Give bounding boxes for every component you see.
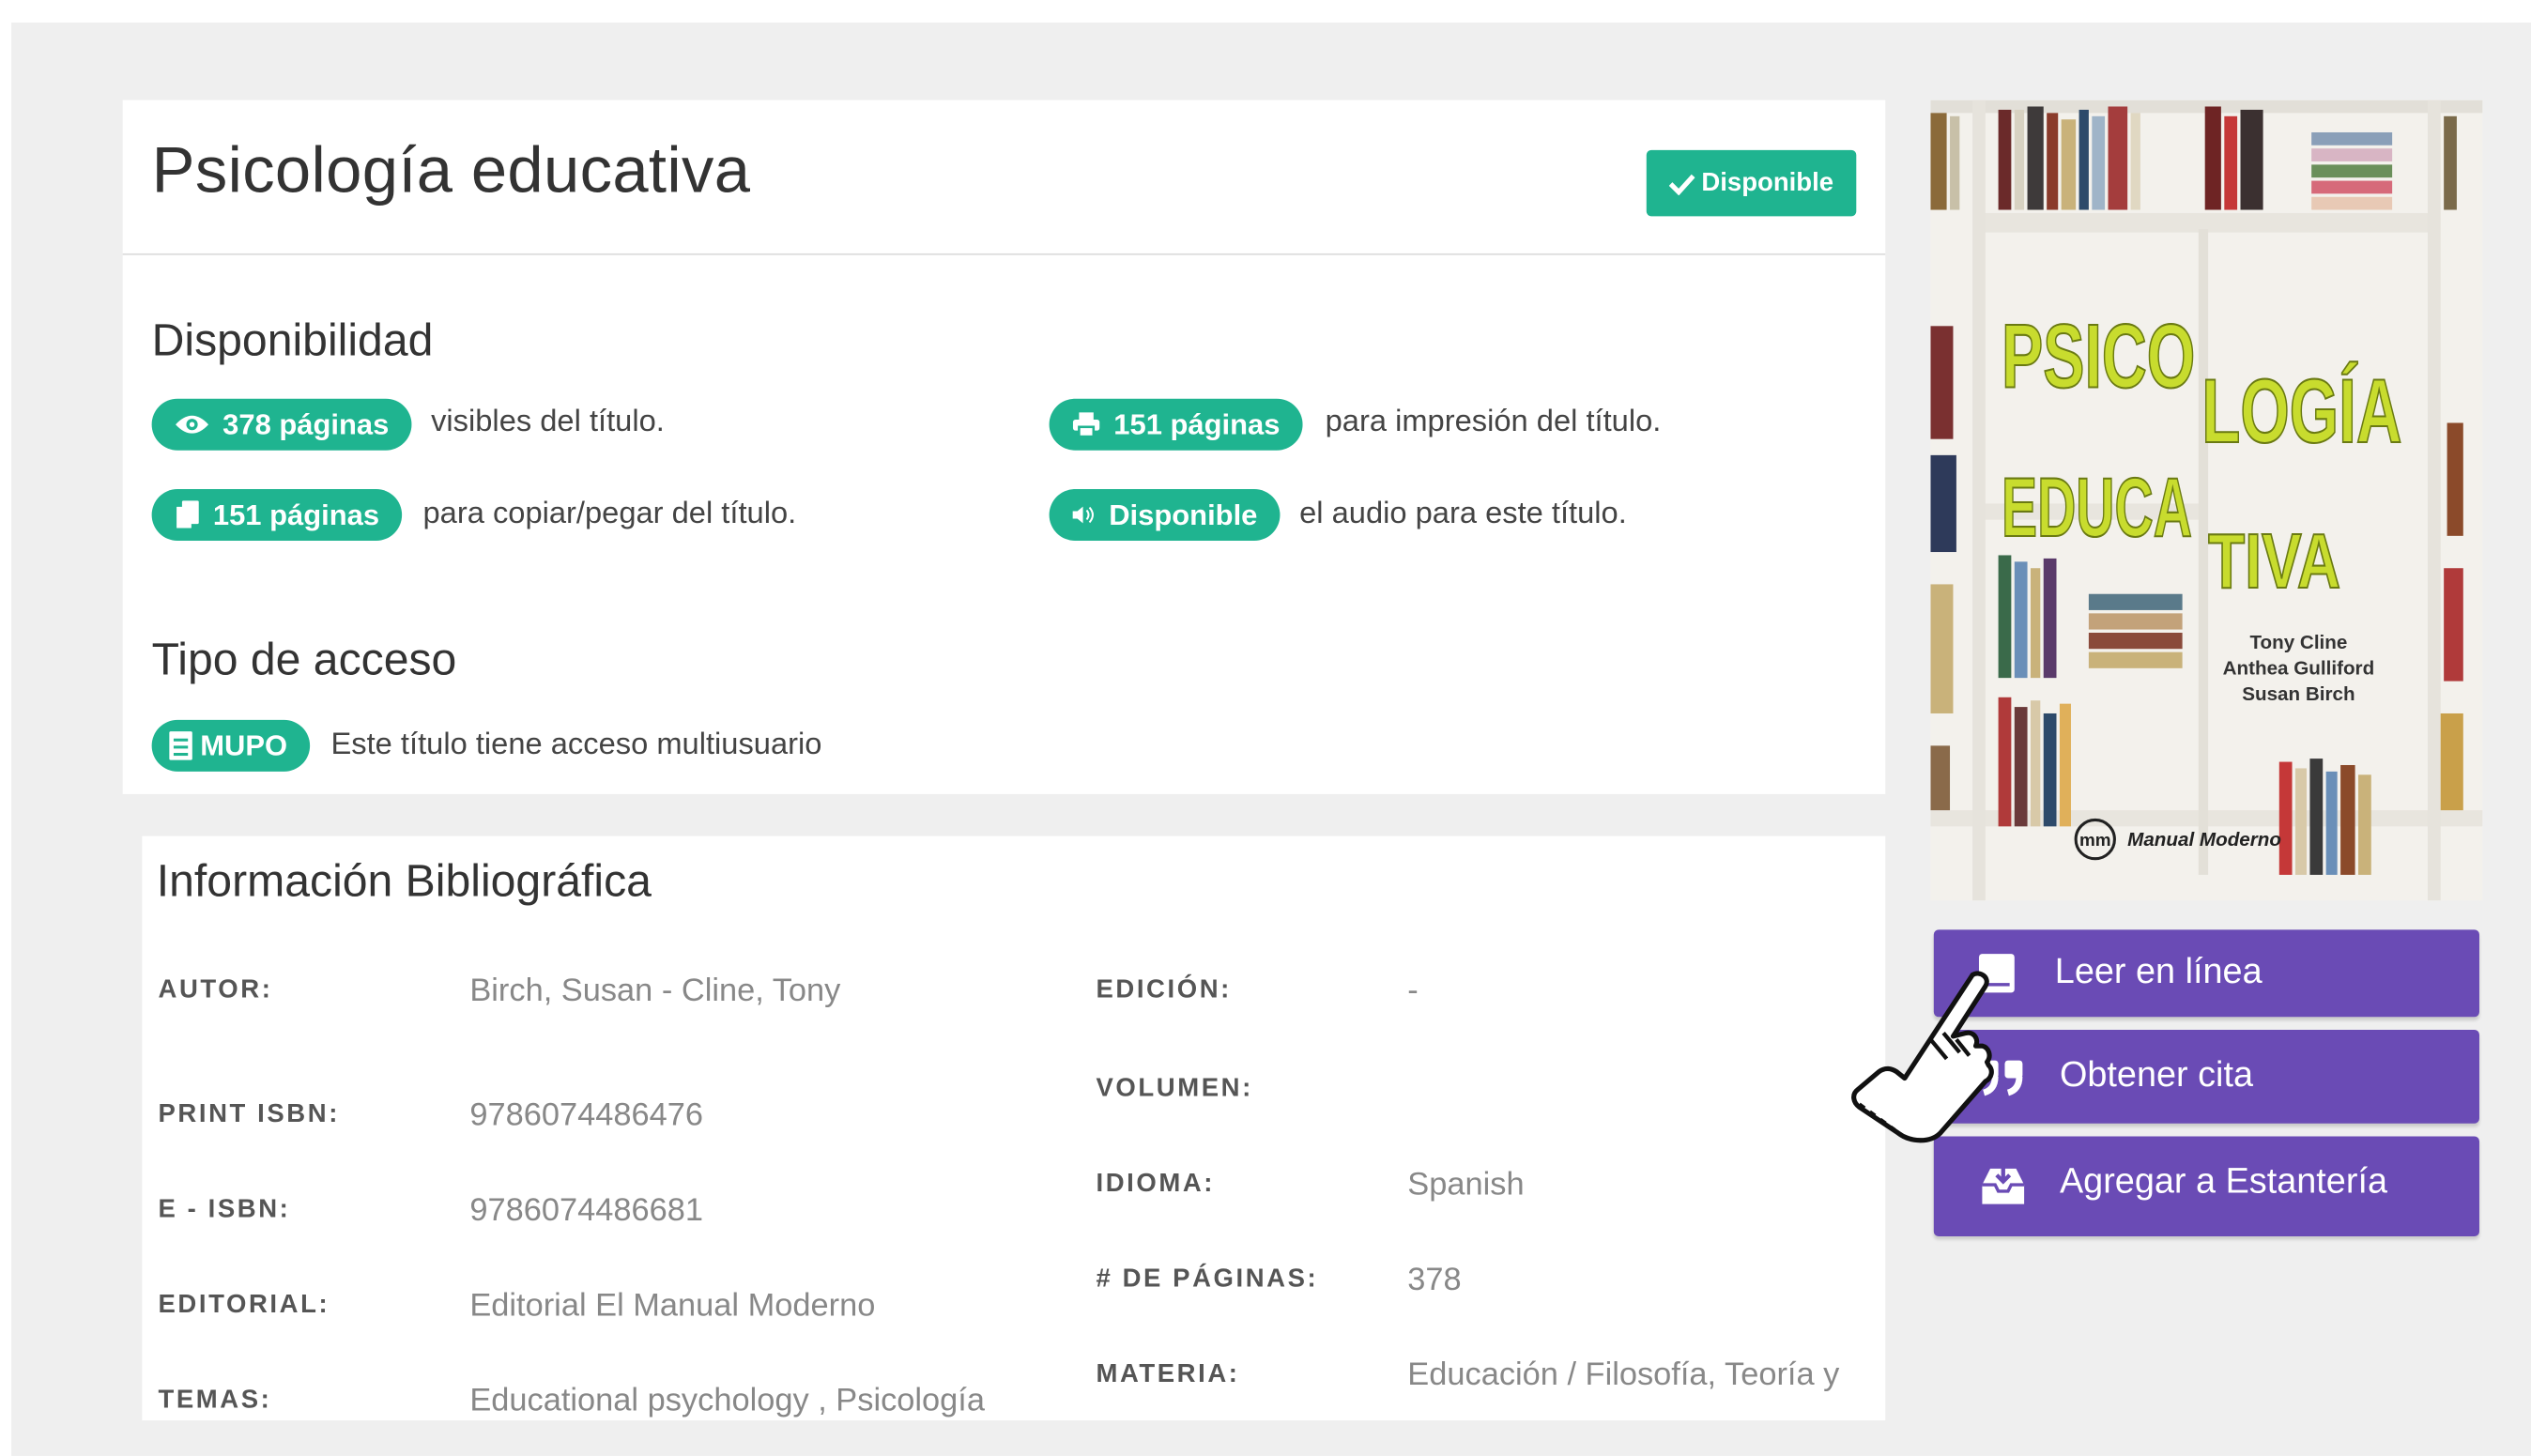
book-title: Psicología educativa <box>151 135 751 207</box>
pages-print-badge: 151 páginas <box>1049 398 1303 451</box>
volume-label: VOLUMEN: <box>1096 1075 1253 1103</box>
language-label: IDIOMA: <box>1096 1170 1216 1198</box>
access-type-text: Este título tiene acceso multiusuario <box>330 728 822 762</box>
read-online-label: Leer en línea <box>2054 950 2263 991</box>
app-stage: Psicología educativa Disponible Disponib… <box>0 0 2531 1456</box>
pages-print-count: 151 páginas <box>1113 407 1281 440</box>
topics-value: Educational psychology , Psicología <box>469 1383 985 1419</box>
cover-author-3: Susan Birch <box>2242 683 2355 705</box>
status-label: Disponible <box>1701 168 1834 196</box>
author-value: Birch, Susan - Cline, Tony <box>469 973 841 1009</box>
cover-publisher: Manual Moderno <box>2127 829 2281 851</box>
availability-heading: Disponibilidad <box>151 314 434 365</box>
pages-visible-badge: 378 páginas <box>151 398 412 451</box>
subject-value: Educación / Filosofía, Teoría y <box>1407 1357 1840 1393</box>
inbox-download-icon <box>1982 1165 2025 1204</box>
cover-author-2: Anthea Gulliford <box>2223 658 2375 680</box>
page-count-label: # DE PÁGINAS: <box>1096 1265 1319 1294</box>
publisher-value: Editorial El Manual Moderno <box>469 1288 876 1324</box>
check-icon <box>1669 173 1695 195</box>
audio-badge: Disponible <box>1049 488 1281 541</box>
speaker-icon <box>1072 506 1094 524</box>
hand-pointer-cursor-icon <box>1851 971 1994 1143</box>
access-type-label: MUPO <box>200 728 288 761</box>
copy-icon <box>175 500 199 530</box>
e-isbn-label: E - ISBN: <box>158 1196 291 1224</box>
cover-author-1: Tony Cline <box>2249 632 2347 653</box>
print-isbn-value: 9786074486476 <box>469 1097 703 1134</box>
eye-icon <box>176 415 209 434</box>
pages-visible-text: visibles del título. <box>431 405 665 439</box>
access-heading: Tipo de acceso <box>151 634 457 685</box>
book-cover[interactable]: PSICO LOGÍA EDUCA TIVA Tony Cline Anthea… <box>1930 100 2483 901</box>
read-online-button[interactable]: Leer en línea <box>1933 929 2479 1018</box>
pages-copy-count: 151 páginas <box>212 498 380 530</box>
book-icon <box>169 731 192 760</box>
page-count-value: 378 <box>1407 1262 1462 1298</box>
pages-visible-count: 378 páginas <box>222 407 390 440</box>
access-type-badge: MUPO <box>151 719 311 772</box>
cover-title-line-2: LOGÍA <box>2201 361 2401 462</box>
subject-label: MATERIA: <box>1096 1360 1240 1388</box>
pages-copy-text: para copiar/pegar del título. <box>422 497 797 531</box>
get-citation-button[interactable]: Obtener cita <box>1933 1029 2479 1124</box>
publisher-logo-mark: mm <box>2079 831 2111 851</box>
pages-copy-badge: 151 páginas <box>151 488 403 541</box>
pages-print-text: para impresión del título. <box>1325 405 1662 439</box>
status-badge: Disponible <box>1646 149 1857 217</box>
add-to-shelf-button[interactable]: Agregar a Estantería <box>1933 1136 2479 1237</box>
add-to-shelf-label: Agregar a Estantería <box>2059 1160 2388 1202</box>
topics-label: TEMAS: <box>158 1386 272 1415</box>
publisher-label: EDITORIAL: <box>158 1291 330 1319</box>
get-citation-label: Obtener cita <box>2059 1053 2253 1095</box>
cover-title-line-4: TIVA <box>2208 518 2340 605</box>
cover-title-line-1: PSICO <box>2002 307 2195 407</box>
print-isbn-label: PRINT ISBN: <box>158 1100 340 1128</box>
header-divider <box>122 253 1886 255</box>
language-value: Spanish <box>1407 1167 1525 1203</box>
bibliography-heading: Información Bibliográfica <box>156 855 652 906</box>
edition-label: EDICIÓN: <box>1096 976 1232 1004</box>
bibliography-panel: Información Bibliográfica AUTOR: Birch, … <box>142 835 1886 1421</box>
edition-value: - <box>1407 973 1419 1009</box>
audio-status: Disponible <box>1109 498 1258 530</box>
audio-text: el audio para este título. <box>1299 497 1627 531</box>
author-label: AUTOR: <box>158 976 273 1004</box>
cover-title-line-3: EDUCA <box>2002 460 2192 554</box>
cover-bookshelf-illustration: PSICO LOGÍA EDUCA TIVA Tony Cline Anthea… <box>1930 100 2483 901</box>
e-isbn-value: 9786074486681 <box>469 1192 703 1229</box>
printer-icon <box>1072 412 1100 438</box>
